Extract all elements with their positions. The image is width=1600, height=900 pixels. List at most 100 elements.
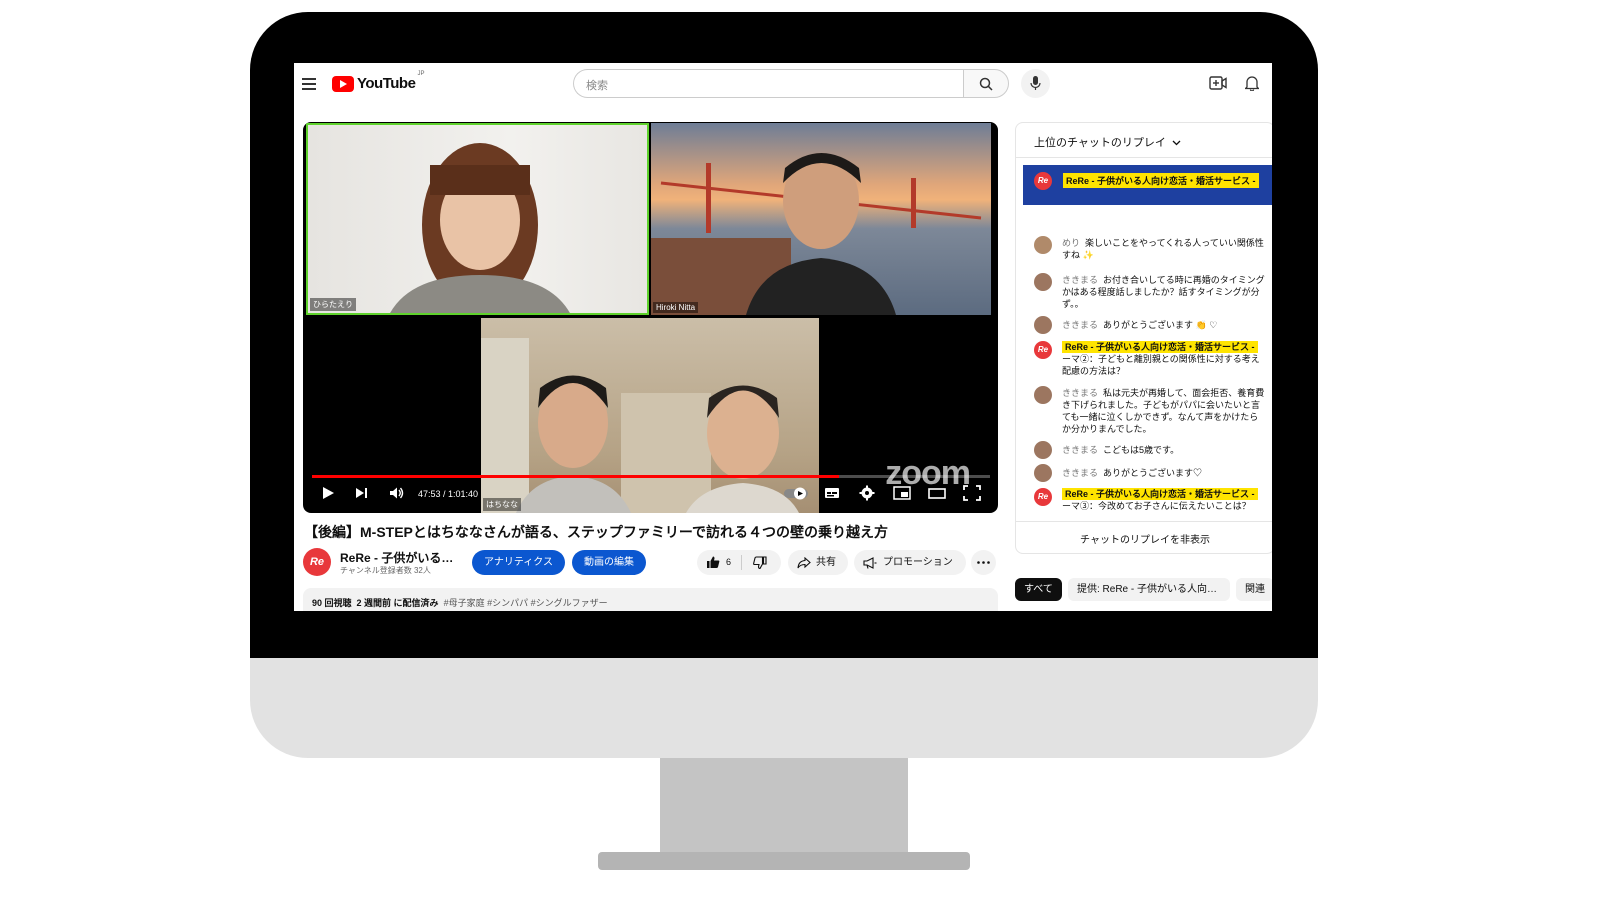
rere-avatar: Re bbox=[1034, 172, 1052, 190]
chat-text: 配慮の方法は？ bbox=[1062, 366, 1126, 376]
subscriber-count: チャンネル登録者数 32人 bbox=[340, 566, 431, 575]
share-icon bbox=[797, 557, 811, 569]
thumbs-down-icon[interactable] bbox=[753, 556, 767, 569]
like-divider bbox=[741, 555, 742, 570]
chip-provider[interactable]: 提供: ReRe - 子供がいる人向… bbox=[1068, 578, 1230, 601]
chat-author: ききまる bbox=[1062, 275, 1099, 285]
chat-avatar bbox=[1034, 316, 1052, 334]
description-box[interactable]: 90 回視聴 2 週間前 に配信済み #母子家庭 #シンパパ #シングルファザー bbox=[303, 588, 998, 611]
chevron-down-icon bbox=[1172, 140, 1181, 146]
megaphone-icon bbox=[863, 557, 877, 569]
progress-played bbox=[312, 475, 839, 478]
chat-author: ききまる bbox=[1062, 445, 1099, 455]
chat-author: ききまる bbox=[1062, 388, 1099, 398]
video-title: 【後編】M-STEPとはちななさんが語る、ステップファミリーで訪れる４つの壁の乗… bbox=[304, 524, 889, 540]
play-icon[interactable] bbox=[321, 484, 335, 502]
volume-icon[interactable] bbox=[389, 484, 405, 502]
chat-author-badge: ReRe - 子供がいる人向け恋活・婚活サービス - bbox=[1062, 341, 1258, 353]
monitor-stand-foot bbox=[598, 852, 970, 870]
youtube-play-icon bbox=[332, 75, 354, 92]
analytics-button[interactable]: アナリティクス bbox=[472, 550, 565, 575]
autoplay-toggle-icon[interactable] bbox=[783, 484, 809, 502]
chat-author-badge: ReRe - 子供がいる人向け恋活・婚活サービス - bbox=[1062, 488, 1258, 500]
hashtags[interactable]: #母子家庭 #シンパパ #シングルファザー bbox=[444, 598, 608, 608]
chat-text: すね ✨ bbox=[1062, 250, 1094, 260]
view-count: 90 回視聴 bbox=[312, 598, 352, 608]
chat-header-divider bbox=[1016, 157, 1272, 158]
miniplayer-icon[interactable] bbox=[893, 484, 911, 502]
next-icon[interactable] bbox=[355, 484, 369, 502]
video-player[interactable]: ひらたえり Hiroki Nitta はちなな zoom 47:53 / 1:0… bbox=[303, 122, 998, 513]
chip-related[interactable]: 関連 bbox=[1236, 578, 1272, 601]
create-video-icon[interactable] bbox=[1209, 75, 1227, 91]
participant-name-label: ひらたえり bbox=[310, 298, 356, 311]
search-icon bbox=[979, 77, 993, 91]
chat-text: ーマ②：子どもと離別親との関係性に対する考え bbox=[1062, 354, 1260, 364]
rere-avatar: Re bbox=[1034, 488, 1052, 506]
monitor-stand-neck bbox=[660, 758, 908, 858]
settings-gear-icon[interactable] bbox=[859, 484, 875, 502]
chat-text: 私は元夫が再婚して、面会拒否、養育費 bbox=[1103, 388, 1265, 398]
notifications-bell-icon[interactable] bbox=[1245, 75, 1259, 91]
search-button[interactable] bbox=[963, 69, 1009, 98]
chat-text: お付き合いしてる時に再婚のタイミング bbox=[1103, 275, 1265, 285]
chat-mode-selector[interactable]: 上位のチャットのリプレイ bbox=[1034, 134, 1181, 150]
chat-avatar bbox=[1034, 464, 1052, 482]
promotion-label: プロモーション bbox=[883, 557, 953, 568]
chat-text: かはある程度話しましたか？話すタイミングが分 bbox=[1062, 287, 1260, 297]
participant-tile-1: ひらたえり bbox=[306, 123, 649, 315]
pinned-author-badge: ReRe - 子供がいる人向け恋活・婚活サービス - bbox=[1063, 173, 1259, 188]
chat-avatar bbox=[1034, 236, 1052, 254]
chat-message: めり 楽しいことをやってくれる人っていい関係性すね ✨ bbox=[1062, 237, 1272, 261]
fullscreen-icon[interactable] bbox=[963, 484, 981, 502]
chat-message: ききまる こどもは5歳です。 bbox=[1062, 444, 1272, 456]
chat-text: か分かりまんでした。 bbox=[1062, 424, 1152, 434]
more-actions-button[interactable] bbox=[971, 550, 996, 575]
chat-avatar bbox=[1034, 273, 1052, 291]
browser-screen: YouTube JP 検索 ひらたえり Hiroki Nitta はちなな zo… bbox=[294, 63, 1272, 611]
youtube-logo[interactable]: YouTube JP bbox=[332, 71, 424, 92]
subtitles-icon[interactable] bbox=[824, 484, 840, 502]
chip-all[interactable]: すべて bbox=[1015, 578, 1062, 601]
participant-tile-3: はちなな bbox=[481, 318, 819, 513]
logo-text: YouTube bbox=[357, 75, 416, 92]
time-display: 47:53 / 1:01:40 bbox=[418, 489, 479, 499]
live-chat-replay: 上位のチャットのリプレイ Re ReRe - 子供がいる人向け恋活・婚活サービス… bbox=[1015, 122, 1272, 554]
logo-region: JP bbox=[417, 71, 425, 77]
channel-avatar[interactable]: Re bbox=[303, 548, 331, 576]
chat-message: ReRe - 子供がいる人向け恋活・婚活サービス - ーマ②：子どもと離別親との関… bbox=[1062, 341, 1272, 377]
chat-header-label: 上位のチャットのリプレイ bbox=[1034, 137, 1166, 149]
chat-text: ても一緒に泣くしかできず。なんて声をかけたら bbox=[1062, 412, 1259, 422]
publish-date: 2 週間前 に配信済み bbox=[356, 598, 439, 608]
thumbs-up-icon[interactable] bbox=[706, 556, 720, 569]
hide-chat-replay-button[interactable]: チャットのリプレイを非表示 bbox=[1016, 531, 1272, 546]
menu-icon[interactable] bbox=[302, 78, 316, 90]
edit-video-button[interactable]: 動画の編集 bbox=[572, 550, 646, 575]
chat-author: ききまる bbox=[1062, 320, 1099, 330]
theater-mode-icon[interactable] bbox=[928, 484, 946, 502]
chat-message: ききまる お付き合いしてる時に再婚のタイミングかはある程度話しましたか？話すタイミ… bbox=[1062, 274, 1272, 310]
participant-tile-2: Hiroki Nitta bbox=[651, 123, 991, 315]
pinned-message-banner[interactable]: Re ReRe - 子供がいる人向け恋活・婚活サービス - bbox=[1023, 165, 1272, 205]
share-label: 共有 bbox=[816, 557, 836, 568]
chat-author: ききまる bbox=[1062, 468, 1099, 478]
chat-text: ありがとうございます 👏 ♡ bbox=[1103, 320, 1218, 330]
chat-author: めり bbox=[1062, 238, 1081, 248]
search-input[interactable]: 検索 bbox=[573, 69, 965, 98]
channel-name[interactable]: ReRe - 子供がいる… bbox=[340, 549, 453, 566]
participant-1-silhouette bbox=[390, 143, 570, 313]
rere-avatar: Re bbox=[1034, 341, 1052, 359]
like-count: 6 bbox=[726, 557, 732, 567]
monitor-chin bbox=[250, 658, 1318, 758]
microphone-icon bbox=[1030, 76, 1041, 90]
share-button[interactable]: 共有 bbox=[788, 550, 848, 575]
chat-text: 楽しいことをやってくれる人っていい関係性 bbox=[1085, 238, 1264, 248]
voice-search-button[interactable] bbox=[1021, 69, 1050, 98]
chat-message: ききまる 私は元夫が再婚して、面会拒否、養育費 き下げられました。子どもがパパに会い… bbox=[1062, 387, 1272, 435]
more-dots-icon bbox=[977, 561, 990, 564]
promotion-button[interactable]: プロモーション bbox=[854, 550, 966, 575]
progress-bar[interactable] bbox=[312, 475, 990, 478]
chat-text: こどもは5歳です。 bbox=[1103, 445, 1180, 455]
chat-text: ず。。 bbox=[1062, 299, 1084, 309]
chat-message: ReRe - 子供がいる人向け恋活・婚活サービス - ーマ③：今改めてお子さんに伝… bbox=[1062, 488, 1272, 512]
